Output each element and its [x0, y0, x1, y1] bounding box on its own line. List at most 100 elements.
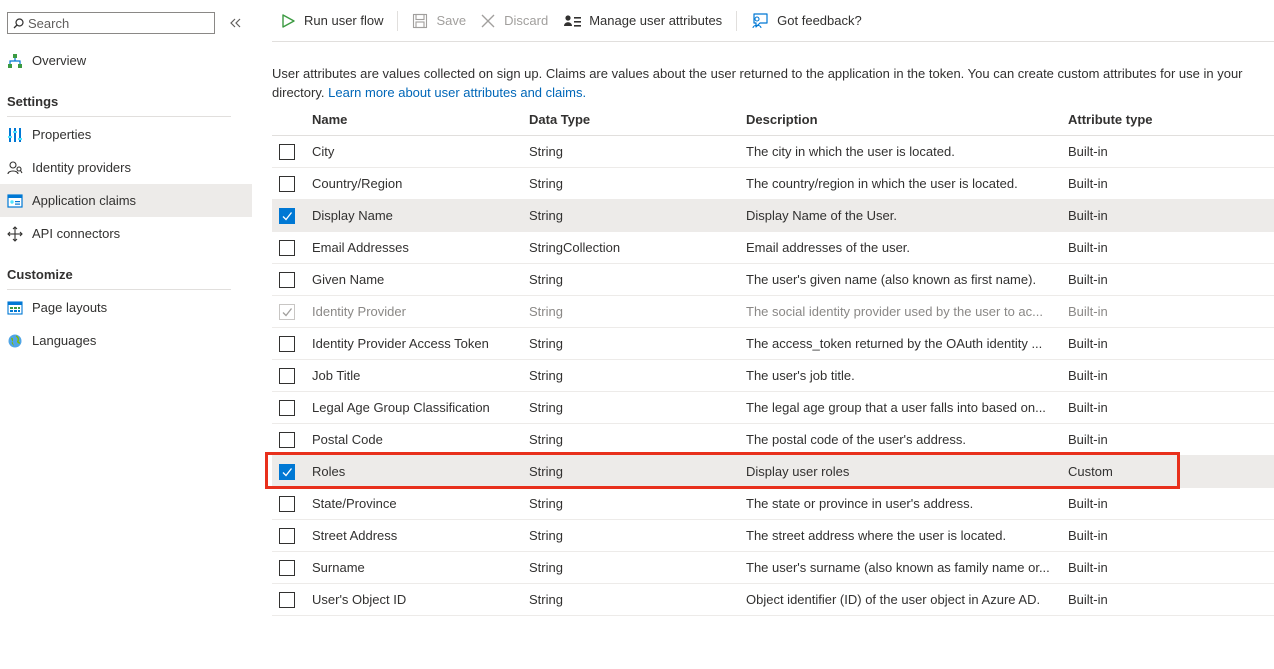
- cell-description: The user's given name (also known as fir…: [746, 272, 1037, 287]
- row-checkbox[interactable]: [279, 495, 295, 512]
- table-row[interactable]: Country/Region String The country/region i…: [272, 168, 1274, 200]
- table-row[interactable]: Roles String Display user roles Custom: [272, 456, 1274, 488]
- cell-attribute-type: Built-in: [1068, 592, 1108, 607]
- cell-description: The user's surname (also known as family…: [746, 560, 1050, 575]
- sidebar-item-overview[interactable]: Overview: [0, 44, 252, 77]
- table-row[interactable]: Surname String The user's surname (also kn…: [272, 552, 1274, 584]
- cell-attribute-type: Built-in: [1068, 368, 1108, 383]
- toolbar-divider: [397, 10, 399, 31]
- identity-providers-icon: [7, 160, 23, 176]
- cell-data-type: String: [529, 176, 563, 191]
- row-checkbox[interactable]: [279, 431, 295, 448]
- sidebar-item-application-claims[interactable]: Application claims: [0, 184, 252, 217]
- save-button[interactable]: Save: [412, 6, 466, 36]
- cell-attribute-type: Built-in: [1068, 272, 1108, 287]
- table-row[interactable]: Identity Provider Access Token String The …: [272, 328, 1274, 360]
- sidebar-item-properties[interactable]: Properties: [0, 118, 252, 151]
- row-checkbox[interactable]: [279, 463, 295, 480]
- column-header-data-type[interactable]: Data Type: [529, 112, 746, 127]
- run-user-flow-label: Run user flow: [304, 13, 384, 28]
- run-user-flow-button[interactable]: Run user flow: [280, 6, 383, 36]
- cell-data-type: String: [529, 304, 563, 319]
- column-header-attribute-type[interactable]: Attribute type: [1068, 112, 1268, 127]
- cell-name: Legal Age Group Classification: [312, 400, 490, 415]
- section-heading-customize: Customize: [7, 267, 231, 290]
- row-checkbox[interactable]: [279, 527, 295, 544]
- table-row[interactable]: Legal Age Group Classification String The …: [272, 392, 1274, 424]
- table-row[interactable]: Postal Code String The postal code of the …: [272, 424, 1274, 456]
- row-checkbox[interactable]: [279, 143, 295, 160]
- row-checkbox[interactable]: [279, 207, 295, 224]
- row-checkbox[interactable]: [279, 399, 295, 416]
- manage-user-attributes-label: Manage user attributes: [589, 13, 723, 28]
- row-checkbox: [279, 303, 295, 320]
- table-row[interactable]: Identity Provider String The social identi…: [272, 296, 1274, 328]
- search-input[interactable]: [24, 13, 208, 33]
- cell-description: The postal code of the user's address.: [746, 432, 966, 447]
- cell-attribute-type: Built-in: [1068, 496, 1108, 511]
- collapse-sidebar-icon[interactable]: [229, 14, 245, 32]
- table-row[interactable]: Display Name String Display Name of the Us…: [272, 200, 1274, 232]
- discard-button[interactable]: Discard: [480, 6, 548, 36]
- table-row[interactable]: Street Address String The street address w…: [272, 520, 1274, 552]
- sidebar-item-label: Application claims: [32, 193, 137, 208]
- application-claims-icon: [7, 193, 23, 209]
- cell-data-type: String: [529, 464, 563, 479]
- cell-description: The access_token returned by the OAuth i…: [746, 336, 1043, 351]
- manage-user-attributes-button[interactable]: Manage user attributes: [564, 6, 722, 36]
- learn-more-link[interactable]: Learn more about user attributes and cla…: [328, 85, 586, 100]
- cell-attribute-type: Custom: [1068, 464, 1113, 479]
- row-checkbox[interactable]: [279, 367, 295, 384]
- sidebar-item-api-connectors[interactable]: API connectors: [0, 217, 252, 250]
- cell-attribute-type: Built-in: [1068, 560, 1108, 575]
- got-feedback-button[interactable]: Got feedback?: [751, 6, 862, 36]
- user-attributes-table: Name Data Type Description Attribute typ…: [272, 104, 1274, 616]
- row-checkbox[interactable]: [279, 239, 295, 256]
- row-check-cell: [272, 335, 312, 352]
- cell-data-type: String: [529, 144, 563, 159]
- cell-data-type: String: [529, 560, 563, 575]
- got-feedback-label: Got feedback?: [777, 13, 862, 28]
- table-body: City String The city in which the user is …: [272, 136, 1274, 616]
- row-checkbox[interactable]: [279, 591, 295, 608]
- cell-attribute-type: Built-in: [1068, 144, 1108, 159]
- sidebar-item-label: Properties: [32, 127, 92, 142]
- cell-description: The city in which the user is located.: [746, 144, 955, 159]
- column-header-description[interactable]: Description: [746, 112, 1068, 127]
- section-heading-settings: Settings: [7, 94, 231, 117]
- cell-attribute-type: Built-in: [1068, 336, 1108, 351]
- cell-description: The country/region in which the user is …: [746, 176, 1018, 191]
- cell-data-type: String: [529, 528, 563, 543]
- table-row[interactable]: City String The city in which the user is …: [272, 136, 1274, 168]
- row-checkbox[interactable]: [279, 335, 295, 352]
- sidebar-item-identity-providers[interactable]: Identity providers: [0, 151, 252, 184]
- sidebar-item-page-layouts[interactable]: Page layouts: [0, 291, 252, 324]
- cell-name: Country/Region: [312, 176, 403, 191]
- table-row[interactable]: State/Province String The state or provinc…: [272, 488, 1274, 520]
- cell-data-type: String: [529, 592, 563, 607]
- feedback-icon: [752, 12, 768, 28]
- cell-data-type: String: [529, 368, 563, 383]
- cell-description: Email addresses of the user.: [746, 240, 911, 255]
- cell-description: Display Name of the User.: [746, 208, 898, 223]
- cell-attribute-type: Built-in: [1068, 304, 1108, 319]
- cell-name: Email Addresses: [312, 240, 409, 255]
- cell-description: The social identity provider used by the…: [746, 304, 1043, 319]
- row-checkbox[interactable]: [279, 271, 295, 288]
- checkmark-icon: [282, 211, 293, 220]
- cell-name: Surname: [312, 560, 365, 575]
- cell-attribute-type: Built-in: [1068, 528, 1108, 543]
- search-box[interactable]: [7, 12, 215, 34]
- row-checkbox[interactable]: [279, 559, 295, 576]
- cell-attribute-type: Built-in: [1068, 208, 1108, 223]
- properties-icon: [7, 127, 23, 143]
- table-row[interactable]: User's Object ID String Object identifier …: [272, 584, 1274, 616]
- table-row[interactable]: Email Addresses StringCollection Email add…: [272, 232, 1274, 264]
- table-row[interactable]: Job Title String The user's job title. Buil…: [272, 360, 1274, 392]
- column-header-name[interactable]: Name: [312, 112, 529, 127]
- cell-attribute-type: Built-in: [1068, 240, 1108, 255]
- sidebar-item-languages[interactable]: Languages: [0, 324, 252, 357]
- cell-description: Display user roles: [746, 464, 850, 479]
- row-checkbox[interactable]: [279, 175, 295, 192]
- table-row[interactable]: Given Name String The user's given name (a…: [272, 264, 1274, 296]
